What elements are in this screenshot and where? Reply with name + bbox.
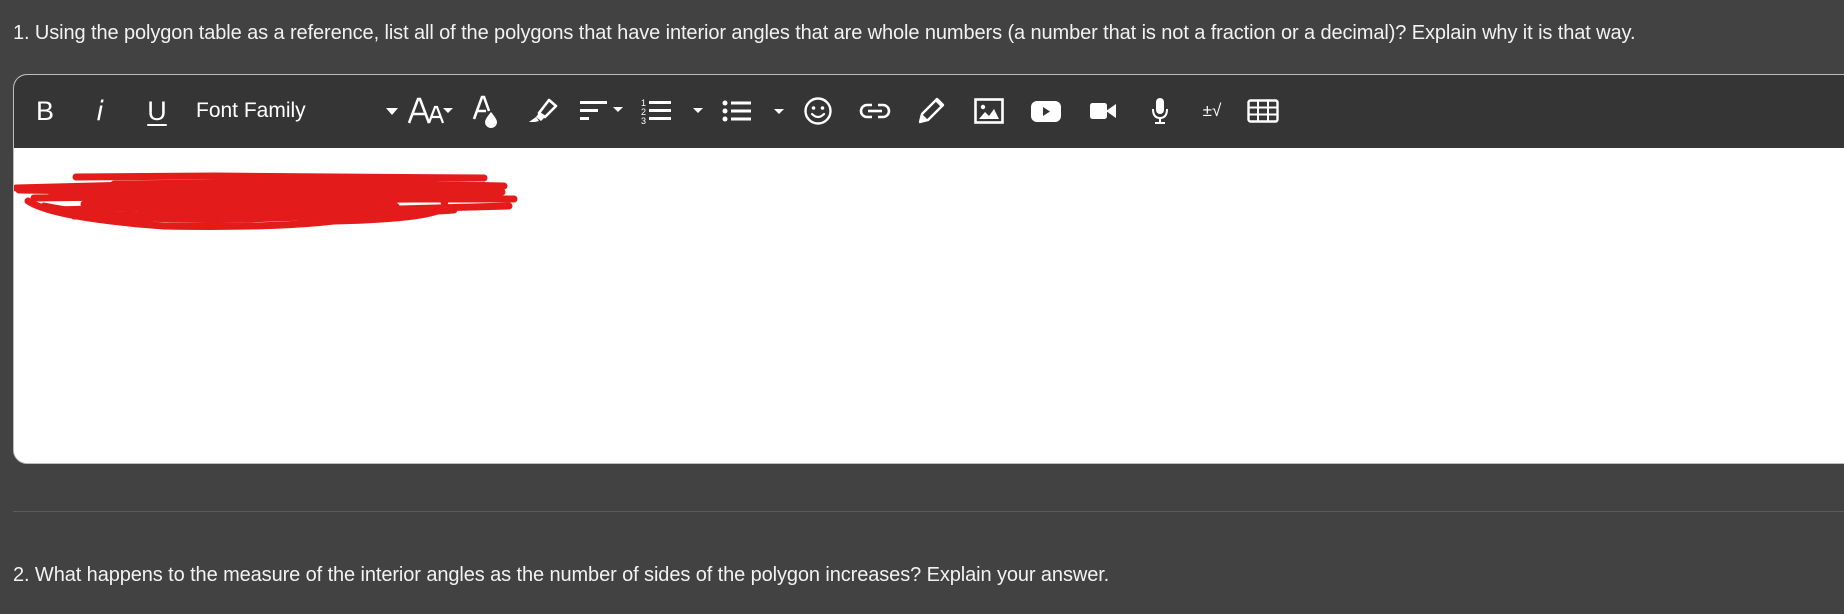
align-icon [580, 101, 623, 120]
video-button[interactable] [1089, 93, 1117, 129]
bold-button[interactable]: B [30, 93, 60, 129]
draw-icon [918, 97, 945, 124]
video-icon [1090, 103, 1116, 119]
bold-icon: B [35, 95, 54, 126]
microphone-icon [1152, 98, 1168, 124]
font-size-button[interactable] [407, 93, 453, 129]
insert-table-button[interactable] [1247, 93, 1279, 129]
font-family-dropdown[interactable]: Font Family [196, 93, 398, 129]
emoji-button[interactable] [803, 93, 833, 129]
link-button[interactable] [859, 93, 891, 129]
rich-text-editor: B i U Font Family 1 2 3 ±√ [13, 74, 1844, 464]
math-icon: ±√ [1202, 101, 1222, 120]
section-divider [13, 511, 1844, 512]
svg-text:3: 3 [641, 116, 646, 125]
youtube-icon [1031, 101, 1061, 122]
bullet-list-icon [722, 100, 784, 122]
table-icon [1247, 99, 1279, 123]
highlight-icon [529, 98, 558, 122]
youtube-button[interactable] [1030, 93, 1062, 129]
math-equation-button[interactable]: ±√ [1198, 93, 1226, 129]
numbered-list-button[interactable]: 1 2 3 [641, 93, 705, 129]
insert-image-button[interactable] [974, 93, 1004, 129]
font-color-button[interactable] [471, 93, 501, 129]
question-2-text: 2. What happens to the measure of the in… [13, 564, 1110, 586]
bullet-list-button[interactable] [722, 93, 788, 129]
numbered-list-icon: 1 2 3 [641, 98, 703, 125]
editor-toolbar: B i U Font Family 1 2 3 ±√ [14, 75, 1844, 148]
draw-button[interactable] [916, 93, 946, 129]
italic-icon: i [96, 95, 104, 127]
underline-icon: U [147, 95, 167, 126]
editor-content-area[interactable] [14, 148, 1844, 463]
microphone-button[interactable] [1150, 93, 1170, 129]
align-button[interactable] [580, 93, 626, 129]
question-1-text: 1. Using the polygon table as a referenc… [13, 22, 1636, 44]
font-family-label: Font Family [196, 99, 306, 122]
image-icon [974, 98, 1004, 124]
red-redaction-scribble [14, 172, 518, 230]
italic-button[interactable]: i [88, 93, 112, 129]
font-size-icon [407, 97, 453, 124]
font-color-icon [472, 95, 497, 128]
highlight-button[interactable] [527, 93, 559, 129]
chevron-down-icon [386, 108, 398, 115]
underline-button[interactable]: U [144, 93, 170, 129]
emoji-icon [804, 97, 832, 125]
link-icon [859, 103, 891, 119]
